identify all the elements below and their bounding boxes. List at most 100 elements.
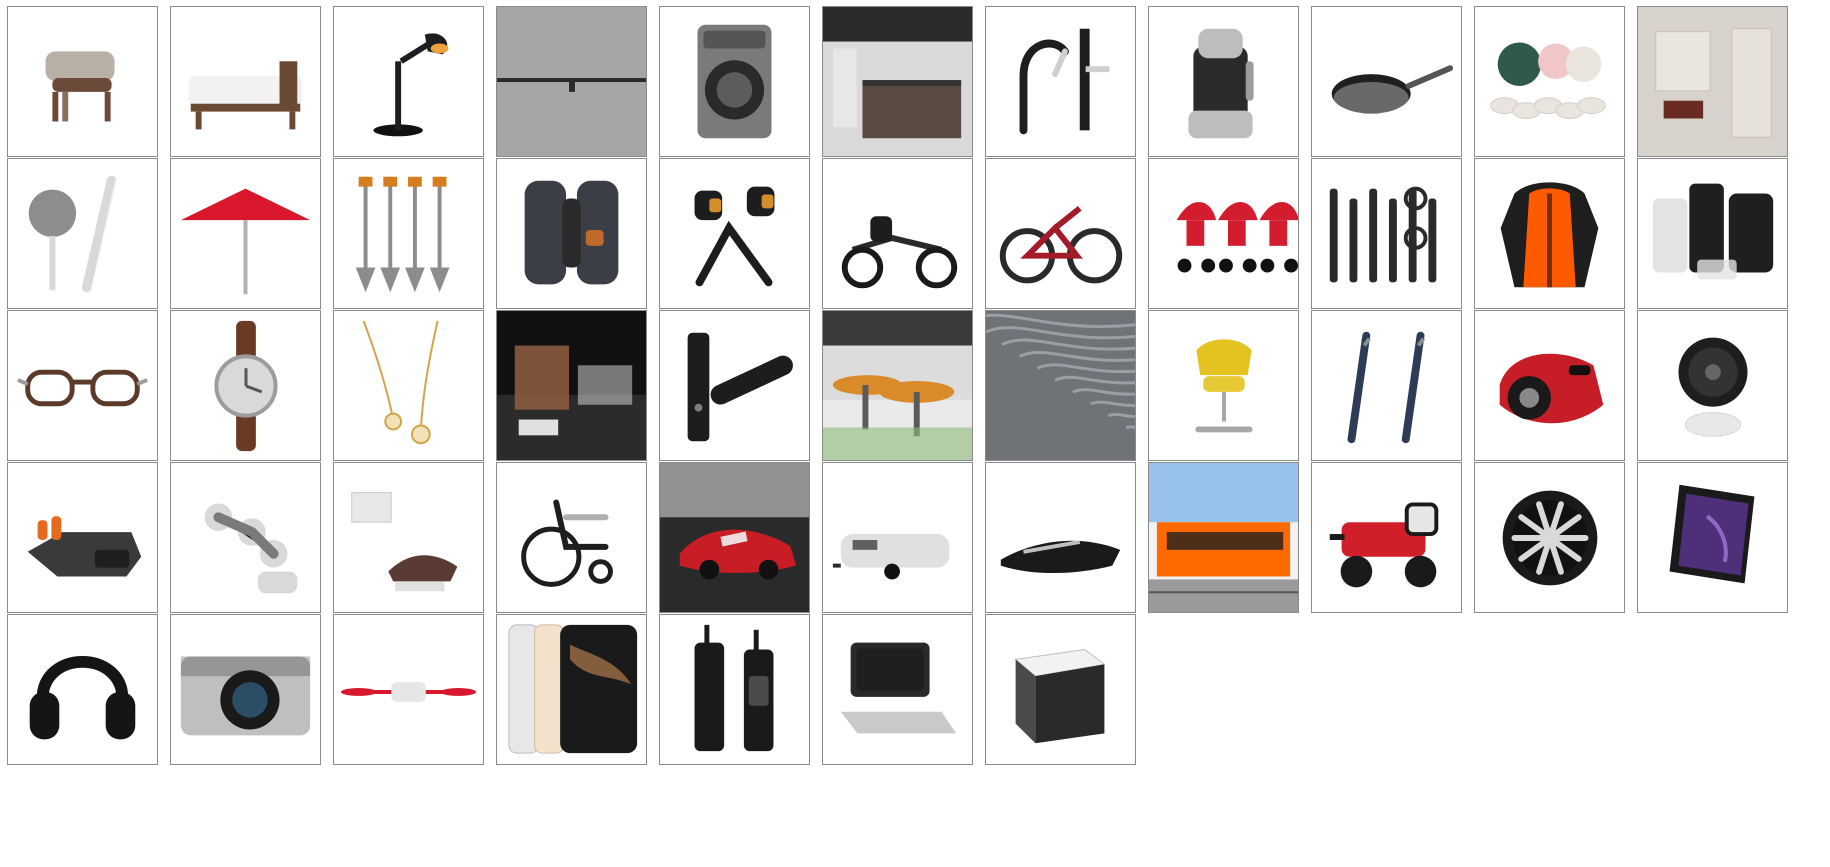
- robot-arm-icon: [204, 503, 298, 594]
- product-tile[interactable]: [822, 614, 973, 765]
- product-tile[interactable]: [333, 462, 484, 613]
- sports-car-icon: [660, 463, 809, 612]
- plaza-icon: [823, 311, 972, 460]
- product-tile[interactable]: [7, 6, 158, 157]
- product-box-icon: [1014, 649, 1106, 744]
- product-tile[interactable]: [985, 462, 1136, 613]
- wristwatch-icon: [214, 320, 278, 452]
- control-panel-icon: [27, 516, 142, 577]
- product-tile[interactable]: [496, 462, 647, 613]
- shovel-icon: [355, 176, 450, 293]
- product-tile[interactable]: [7, 614, 158, 765]
- product-tile[interactable]: [659, 614, 810, 765]
- product-tile[interactable]: [170, 158, 321, 309]
- product-tile[interactable]: [1148, 6, 1299, 157]
- sprayer-tractor-icon: [1329, 502, 1439, 588]
- product-tile[interactable]: [985, 6, 1136, 157]
- product-tile[interactable]: [1474, 158, 1625, 309]
- product-tile[interactable]: [822, 158, 973, 309]
- product-tile[interactable]: [1311, 6, 1462, 157]
- product-tile[interactable]: [1148, 158, 1299, 309]
- product-tile[interactable]: [1637, 6, 1788, 157]
- jacket-icon: [1500, 182, 1599, 288]
- headphones-icon: [29, 655, 136, 740]
- product-tile[interactable]: [333, 310, 484, 461]
- product-tile[interactable]: [985, 614, 1136, 765]
- product-tile[interactable]: [7, 462, 158, 613]
- product-tile[interactable]: [1637, 310, 1788, 461]
- office-chair-icon: [1195, 339, 1253, 433]
- smartphone-icon: [508, 624, 638, 754]
- walkie-talkie-icon: [694, 624, 774, 752]
- glasses-icon: [17, 369, 148, 407]
- product-tile[interactable]: [1311, 462, 1462, 613]
- jet-boat-icon: [1000, 539, 1121, 574]
- grooming-kit-icon: [1329, 186, 1437, 283]
- product-tile[interactable]: [333, 614, 484, 765]
- product-tile[interactable]: [170, 6, 321, 157]
- product-tile[interactable]: [822, 310, 973, 461]
- product-tile[interactable]: [1311, 310, 1462, 461]
- stroller-icon: [1176, 202, 1298, 273]
- blender-icon: [1188, 28, 1254, 139]
- trailer-icon: [832, 534, 950, 580]
- laptop-icon: [840, 642, 957, 734]
- product-tile[interactable]: [1637, 158, 1788, 309]
- product-tile[interactable]: [1474, 6, 1625, 157]
- luggage-icon: [1652, 183, 1774, 280]
- desk-lamp-icon: [373, 33, 449, 137]
- product-tile[interactable]: [7, 310, 158, 461]
- frying-pan-icon: [1331, 65, 1454, 114]
- marble-icon: [986, 311, 1135, 460]
- go-kart-icon: [841, 216, 958, 289]
- product-tile[interactable]: [659, 462, 810, 613]
- product-tile[interactable]: [496, 614, 647, 765]
- product-tile[interactable]: [333, 158, 484, 309]
- product-tile[interactable]: [985, 158, 1136, 309]
- product-tile[interactable]: [170, 462, 321, 613]
- product-tile[interactable]: [1637, 462, 1788, 613]
- product-tile[interactable]: [1148, 462, 1299, 613]
- product-tile[interactable]: [1148, 310, 1299, 461]
- fan-icon: [1678, 337, 1748, 437]
- product-tile[interactable]: [659, 6, 810, 157]
- product-tile[interactable]: [985, 310, 1136, 461]
- product-tile[interactable]: [170, 310, 321, 461]
- product-tile[interactable]: [822, 6, 973, 157]
- tv-icon: [1638, 463, 1787, 612]
- product-tile[interactable]: [170, 614, 321, 765]
- drone-icon: [340, 682, 477, 702]
- product-tile[interactable]: [333, 6, 484, 157]
- camera-icon: [180, 656, 311, 736]
- product-tile[interactable]: [659, 158, 810, 309]
- product-image-grid: [0, 0, 1830, 867]
- mountain-bike-icon: [999, 206, 1123, 284]
- binoculars-icon: [524, 180, 619, 285]
- product-tile[interactable]: [659, 310, 810, 461]
- product-tile[interactable]: [496, 6, 647, 157]
- lounge-chair-icon: [45, 51, 115, 122]
- necklace-icon: [362, 320, 439, 445]
- circular-saw-icon: [1499, 353, 1604, 424]
- washing-machine-icon: [697, 24, 772, 139]
- shower-head-icon: [28, 175, 119, 293]
- umbrella-icon: [180, 188, 311, 295]
- door-handle-icon: [687, 332, 793, 442]
- product-tile[interactable]: [7, 158, 158, 309]
- product-tile[interactable]: [1474, 310, 1625, 461]
- dumbbell-icon: [694, 186, 775, 287]
- product-tile[interactable]: [822, 462, 973, 613]
- bed-icon: [188, 61, 303, 130]
- track-light-icon: [497, 7, 646, 156]
- interior-icon: [497, 311, 646, 460]
- product-tile[interactable]: [1311, 158, 1462, 309]
- dinnerware-icon: [1490, 42, 1606, 119]
- bathroom-icon: [1638, 7, 1787, 156]
- product-tile[interactable]: [1474, 462, 1625, 613]
- dental-chair-icon: [351, 492, 458, 592]
- faucet-icon: [1019, 28, 1110, 135]
- tram-icon: [1149, 463, 1298, 612]
- product-tile[interactable]: [496, 158, 647, 309]
- product-tile[interactable]: [496, 310, 647, 461]
- pen-icon: [1347, 331, 1426, 444]
